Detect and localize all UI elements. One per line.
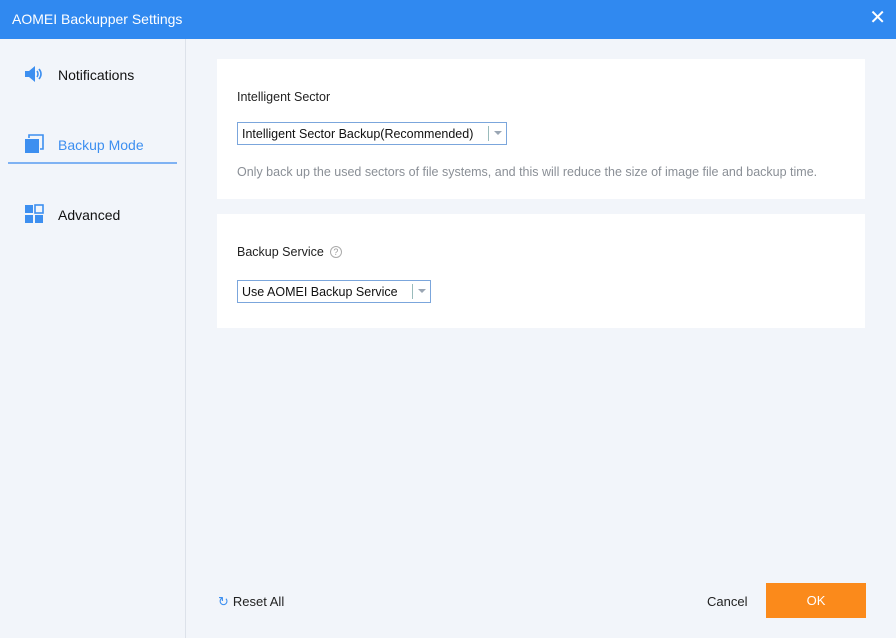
sidebar-item-backup-mode[interactable]: Backup Mode: [8, 124, 177, 164]
backup-service-card: Backup Service? Use AOMEI Backup Service: [217, 214, 865, 328]
window-title: AOMEI Backupper Settings: [12, 11, 183, 27]
ok-button[interactable]: OK: [766, 583, 866, 618]
sidebar-item-advanced[interactable]: Advanced: [8, 194, 177, 234]
chevron-down-icon[interactable]: [488, 126, 506, 141]
help-icon[interactable]: ?: [329, 246, 342, 258]
select-value: Intelligent Sector Backup(Recommended): [242, 127, 474, 141]
close-icon[interactable]: ✕: [869, 8, 886, 28]
intelligent-sector-title: Intelligent Sector: [237, 90, 331, 104]
reset-icon: ↻: [218, 594, 229, 609]
intelligent-sector-card: Intelligent Sector Intelligent Sector Ba…: [217, 59, 865, 199]
select-value: Use AOMEI Backup Service: [242, 285, 398, 299]
copy-icon: [25, 134, 44, 153]
sidebar-item-label: Advanced: [58, 207, 121, 223]
sidebar-item-label: Backup Mode: [58, 137, 144, 153]
cancel-button[interactable]: Cancel: [707, 594, 747, 609]
sidebar-item-notifications[interactable]: Notifications: [8, 54, 177, 94]
sidebar: Notifications Backup Mode Advanced: [0, 39, 186, 638]
intelligent-sector-select[interactable]: Intelligent Sector Backup(Recommended): [237, 122, 507, 145]
title-bar: AOMEI Backupper Settings ✕: [0, 0, 896, 39]
backup-service-label: Backup Service: [237, 245, 324, 259]
sidebar-item-label: Notifications: [58, 67, 135, 83]
intelligent-sector-description: Only back up the used sectors of file sy…: [237, 165, 818, 179]
grid-icon: [25, 204, 44, 223]
reset-all-button[interactable]: ↻ Reset All: [218, 594, 284, 610]
backup-service-title: Backup Service?: [237, 245, 342, 259]
speaker-icon: [25, 66, 42, 82]
chevron-down-icon[interactable]: [412, 284, 430, 299]
reset-all-label: Reset All: [232, 594, 285, 609]
backup-service-select[interactable]: Use AOMEI Backup Service: [237, 280, 431, 303]
